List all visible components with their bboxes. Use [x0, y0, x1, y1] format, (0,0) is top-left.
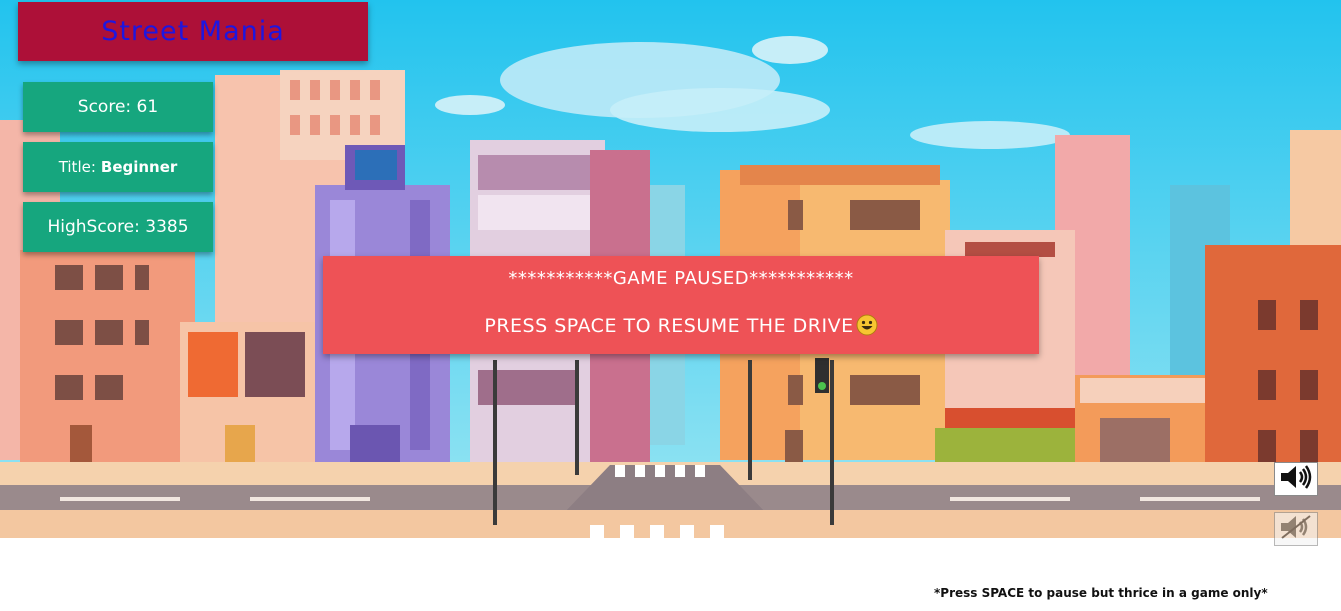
pause-heading: ***********GAME PAUSED***********: [508, 268, 854, 289]
highscore-display: HighScore: 3385: [23, 202, 213, 252]
sound-mute-button[interactable]: [1274, 512, 1318, 546]
game-screen: Street Mania Score: 61 Title: Beginner H…: [0, 0, 1341, 611]
game-title: Street Mania: [18, 2, 368, 61]
rank-title-value: Beginner: [100, 158, 178, 176]
pause-overlay: ***********GAME PAUSED*********** PRESS …: [323, 256, 1039, 354]
score-display: Score: 61: [23, 82, 213, 132]
rank-title-label: Title:: [58, 158, 96, 176]
rank-title-display: Title: Beginner: [23, 142, 213, 192]
pause-limit-note: *Press SPACE to pause but thrice in a ga…: [934, 586, 1268, 600]
resume-instruction-text: PRESS SPACE TO RESUME THE DRIVE: [484, 315, 854, 337]
speaker-on-icon: [1278, 463, 1314, 495]
resume-instruction: PRESS SPACE TO RESUME THE DRIVE: [323, 314, 1039, 337]
smiley-emoji-icon: [856, 314, 878, 336]
sound-on-button[interactable]: [1274, 462, 1318, 496]
speaker-mute-icon: [1278, 513, 1314, 545]
